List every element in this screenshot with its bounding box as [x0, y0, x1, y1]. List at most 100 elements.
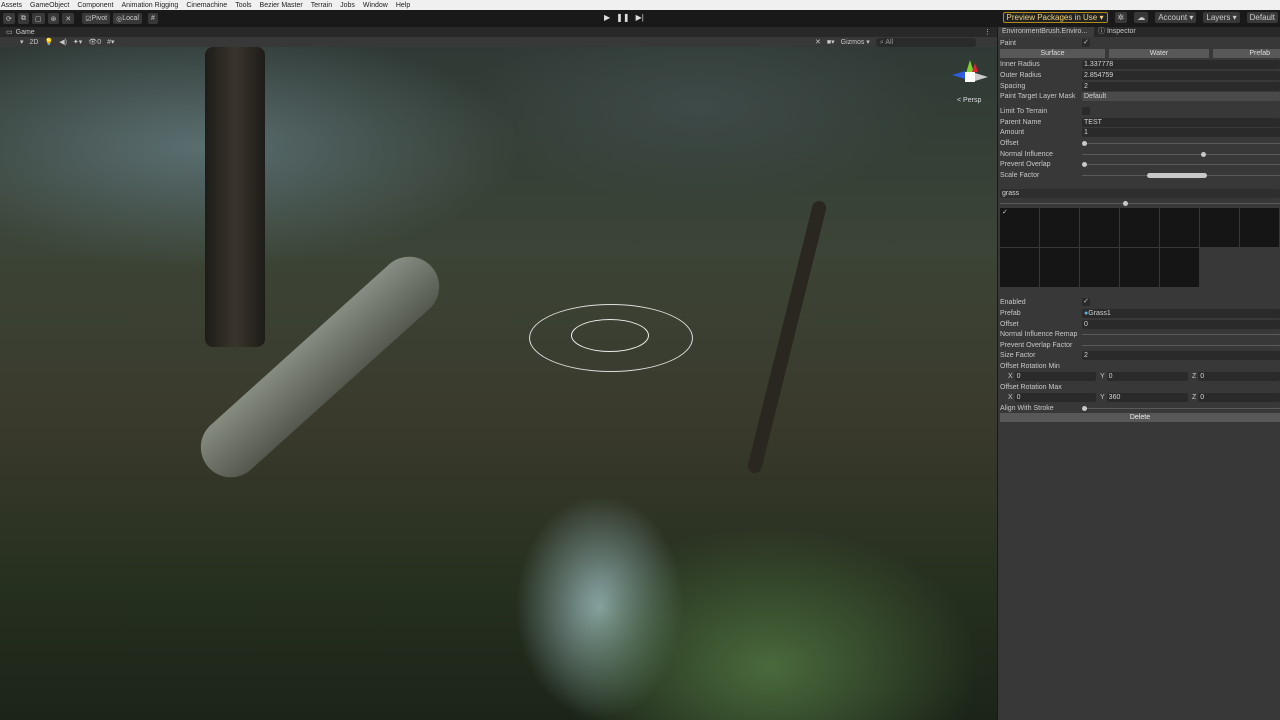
- prefab-thumbnail[interactable]: ✓: [1000, 208, 1039, 247]
- pof-slider[interactable]: [1082, 341, 1280, 350]
- rot-min-y-field[interactable]: 0: [1106, 371, 1188, 381]
- rot-min-x-field[interactable]: 0: [1014, 371, 1096, 381]
- rot-max-z-field[interactable]: 0: [1198, 392, 1280, 402]
- orientation-gizmo[interactable]: [950, 55, 990, 95]
- grid-snap-icon[interactable]: #: [147, 13, 158, 24]
- effects-icon[interactable]: ✦▾: [73, 38, 82, 46]
- rot-max-y-field[interactable]: 360: [1106, 392, 1188, 402]
- game-tab[interactable]: ▭ Game ⋮: [0, 27, 997, 37]
- parent-name-field[interactable]: TEST: [1082, 117, 1280, 127]
- inner-radius-field[interactable]: 1.337778: [1082, 59, 1280, 69]
- local-button[interactable]: ◎ Local: [113, 13, 142, 24]
- prefab-thumbnail[interactable]: [1200, 208, 1239, 247]
- menu-help[interactable]: Help: [396, 2, 410, 9]
- pause-icon[interactable]: ❚❚: [616, 13, 629, 22]
- offset-knob[interactable]: [1082, 140, 1087, 146]
- step-icon[interactable]: ▶|: [636, 13, 644, 22]
- prevent-overlap-slider[interactable]: [1082, 160, 1280, 169]
- preview-packages-button[interactable]: Preview Packages in Use ▾: [1002, 12, 1108, 23]
- prefab-thumbnail[interactable]: [1000, 248, 1039, 287]
- rot-min-z-field[interactable]: 0: [1198, 371, 1280, 381]
- prefab-thumbnail[interactable]: [1040, 248, 1079, 287]
- item-offset-field[interactable]: 0: [1082, 319, 1280, 329]
- spacing-label: Spacing: [1000, 82, 1026, 90]
- draw-mode-dropdown[interactable]: ▾: [20, 38, 24, 46]
- prefab-thumbnail[interactable]: [1160, 248, 1199, 287]
- prefab-field[interactable]: ●Grass1: [1082, 308, 1280, 318]
- menu-assets[interactable]: Assets: [1, 2, 22, 9]
- enabled-label: Enabled: [1000, 298, 1026, 306]
- 2d-toggle[interactable]: 2D: [30, 39, 39, 46]
- paint-checkbox[interactable]: ✓: [1082, 39, 1090, 47]
- nir-slider[interactable]: [1082, 330, 1280, 339]
- gizmos-label: Gizmos: [840, 39, 865, 46]
- size-factor-field[interactable]: 2: [1082, 350, 1280, 360]
- rotate-view-tool-icon[interactable]: ⟳: [3, 13, 15, 24]
- menu-component[interactable]: Component: [77, 2, 113, 9]
- prevent-overlap-knob[interactable]: [1082, 161, 1087, 167]
- layers-dropdown[interactable]: Layers ▾: [1203, 12, 1240, 23]
- menu-terrain[interactable]: Terrain: [311, 2, 332, 9]
- item-offset-row: Offset 0: [1000, 319, 1280, 329]
- prefab-thumbnail[interactable]: [1080, 208, 1119, 247]
- normal-influence-slider[interactable]: [1082, 150, 1280, 159]
- outer-radius-field[interactable]: 2.854759: [1082, 70, 1280, 80]
- scene-search-input[interactable]: ⌕ All: [875, 37, 976, 47]
- services-icon[interactable]: ✲: [1114, 12, 1128, 23]
- tab-inspector[interactable]: ⓘ Inspector: [1094, 27, 1140, 37]
- scene-viewport[interactable]: < Persp: [0, 47, 997, 720]
- tools-icon[interactable]: ✕: [815, 38, 821, 46]
- menu-bezier-master[interactable]: Bezier Master: [260, 2, 303, 9]
- prefab-thumbnail[interactable]: [1080, 248, 1119, 287]
- prefab-thumbnail[interactable]: [1240, 208, 1279, 247]
- menu-jobs[interactable]: Jobs: [340, 2, 355, 9]
- menu-window[interactable]: Window: [363, 2, 388, 9]
- normal-influence-knob[interactable]: [1200, 151, 1206, 157]
- group-search-input[interactable]: grass: [1000, 188, 1280, 198]
- limit-terrain-checkbox[interactable]: [1082, 107, 1090, 115]
- menu-cinemachine[interactable]: Cinemachine: [186, 2, 227, 9]
- play-icon[interactable]: ▶: [604, 13, 610, 22]
- hidden-objects-icon[interactable]: 👁0: [88, 38, 101, 46]
- grid-icon[interactable]: #▾: [107, 38, 114, 46]
- scale-factor-range[interactable]: [1147, 172, 1207, 178]
- rect-tool-icon[interactable]: ⧉: [17, 13, 29, 24]
- tab-environment-brush[interactable]: EnvironmentBrush.Enviro...: [998, 27, 1094, 37]
- offset-slider[interactable]: [1082, 139, 1280, 148]
- prefab-thumbnail[interactable]: [1120, 208, 1159, 247]
- mode-prefab-button[interactable]: Prefab: [1213, 49, 1280, 58]
- delete-button[interactable]: Delete: [1000, 413, 1280, 422]
- account-dropdown[interactable]: Account ▾: [1155, 12, 1197, 23]
- projection-label[interactable]: < Persp: [957, 97, 981, 104]
- transform-tool-icon[interactable]: ⊛: [47, 13, 60, 24]
- amount-field[interactable]: 1: [1082, 127, 1280, 137]
- thumbnail-size-knob[interactable]: [1123, 200, 1129, 206]
- custom-tool-icon[interactable]: ✕: [62, 13, 75, 24]
- gizmos-dropdown[interactable]: Gizmos ▾: [841, 38, 870, 46]
- thumbnail-size-slider[interactable]: [1000, 199, 1280, 208]
- menu-tools[interactable]: Tools: [235, 2, 251, 9]
- mode-water-button[interactable]: Water: [1109, 49, 1209, 58]
- camera-icon[interactable]: ■▾: [827, 38, 835, 46]
- layout-dropdown[interactable]: Default: [1246, 12, 1278, 23]
- align-slider[interactable]: [1082, 404, 1280, 413]
- align-knob[interactable]: [1082, 405, 1087, 411]
- spacing-field[interactable]: 2: [1082, 81, 1280, 91]
- prefab-thumbnail[interactable]: [1120, 248, 1159, 287]
- audio-icon[interactable]: ◀): [59, 38, 67, 46]
- menu-animation-rigging[interactable]: Animation Rigging: [122, 2, 179, 9]
- scale-factor-range-slider[interactable]: [1082, 171, 1280, 180]
- menu-gameobject[interactable]: GameObject: [30, 2, 69, 9]
- prefab-thumbnail[interactable]: [1040, 208, 1079, 247]
- prefab-thumbnail[interactable]: [1160, 208, 1199, 247]
- mode-surface-button[interactable]: Surface: [1000, 49, 1105, 58]
- cloud-icon[interactable]: ☁: [1134, 12, 1149, 23]
- enabled-checkbox[interactable]: ✓: [1082, 298, 1090, 306]
- layer-mask-label: Paint Target Layer Mask: [1000, 92, 1076, 100]
- more-options-icon[interactable]: ⋮: [984, 28, 991, 36]
- rot-max-x-field[interactable]: 0: [1014, 392, 1096, 402]
- pivot-button[interactable]: ☑ Pivot: [82, 13, 111, 24]
- lighting-icon[interactable]: 💡: [44, 38, 53, 46]
- layer-mask-dropdown[interactable]: Default: [1082, 91, 1280, 101]
- scale-tool-icon[interactable]: ▢: [31, 13, 45, 24]
